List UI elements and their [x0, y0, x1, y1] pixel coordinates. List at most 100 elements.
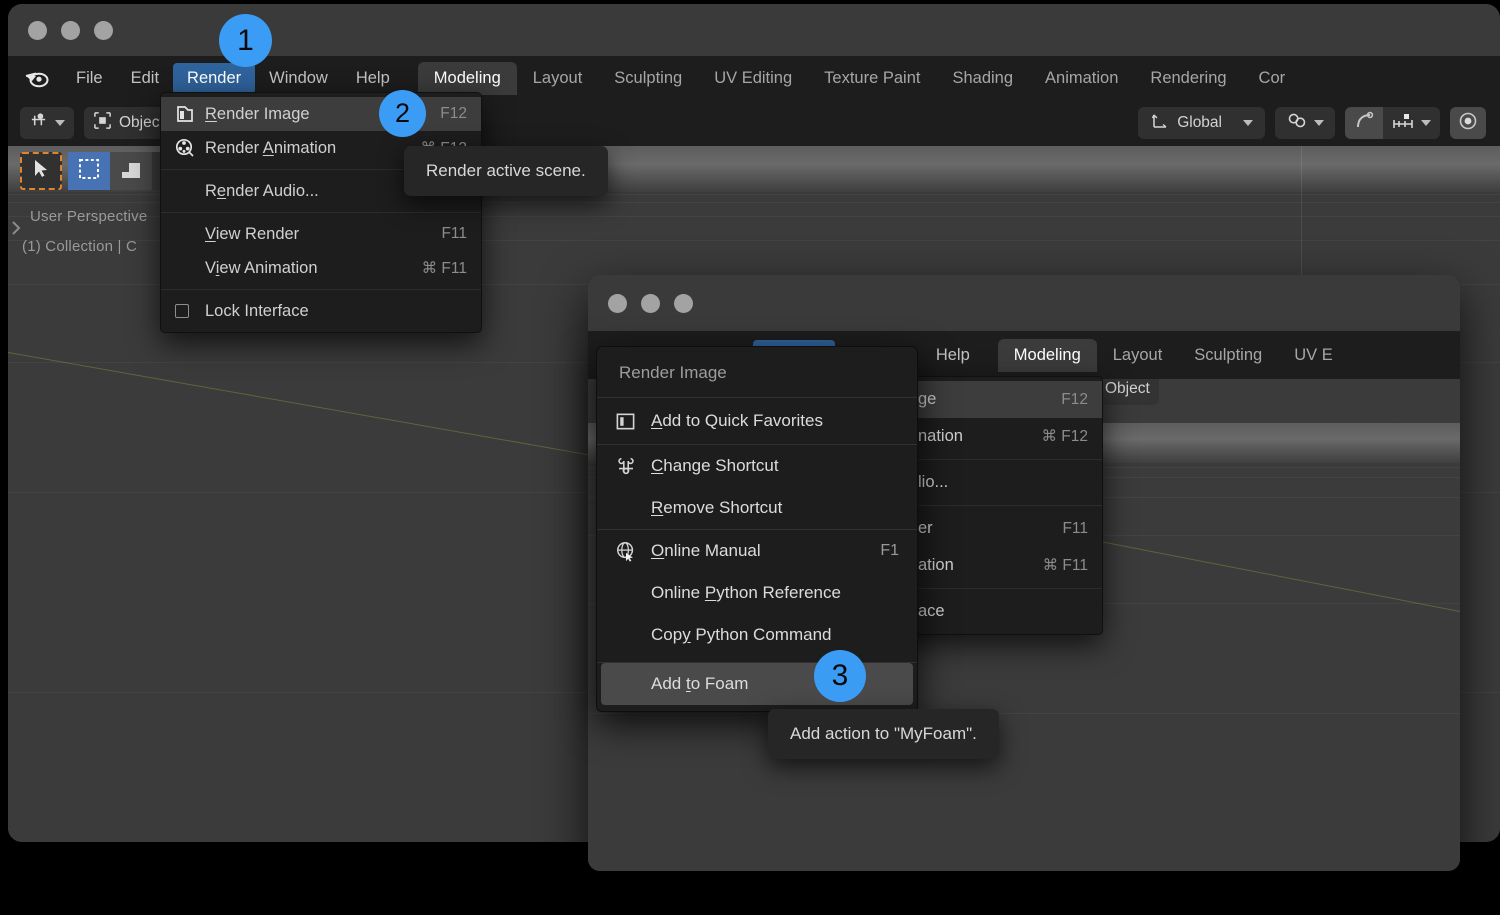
tab-texture-paint[interactable]: Texture Paint: [808, 62, 936, 95]
close-button[interactable]: [608, 293, 627, 313]
chevron-down-icon: [1421, 120, 1431, 126]
step-badge-1: 1: [219, 14, 272, 67]
chevron-down-icon: [1243, 120, 1253, 126]
editor-type-icon: [29, 111, 48, 135]
maximize-button[interactable]: [94, 20, 113, 40]
object-breadcrumb-label: Object: [1105, 380, 1150, 397]
menu-help[interactable]: Help: [342, 63, 404, 94]
context-menu-render-image[interactable]: Render Image Add to Quick Favorites Chan…: [596, 346, 918, 712]
tab-shading[interactable]: Shading: [936, 62, 1029, 95]
minimize-button[interactable]: [61, 20, 80, 40]
falloff-curve-icon: [1392, 112, 1414, 135]
context-item-online-manual[interactable]: Online Manual F1: [597, 530, 917, 572]
menu-item-view-render[interactable]: View Render F11: [161, 217, 481, 251]
tooltip-render-active-scene: Render active scene.: [404, 146, 608, 196]
context-item-label: Change Shortcut: [651, 456, 779, 475]
tool-select-circle[interactable]: [110, 152, 152, 190]
menu-item-label: Render Animation: [205, 138, 337, 157]
render-animation-icon: [175, 138, 205, 158]
object-mode-label: Object: [119, 114, 164, 131]
menu-help[interactable]: Help: [922, 340, 984, 371]
menu-item-label: View Animation: [205, 258, 318, 277]
tool-tweak[interactable]: [20, 152, 62, 190]
editor-type-selector[interactable]: [20, 107, 74, 139]
proportional-editing-toggle[interactable]: [1345, 107, 1383, 139]
keyboard-shortcut-icon: [615, 455, 651, 477]
menu-item-shortcut: ⌘ F11: [1042, 557, 1088, 574]
step-badge-3: 3: [814, 650, 866, 702]
context-item-add-to-quick-favorites[interactable]: Add to Quick Favorites: [597, 398, 917, 444]
viewport-perspective-label: User Perspective: [30, 208, 148, 225]
context-item-label: Add to Quick Favorites: [651, 411, 823, 430]
visibility-toggle[interactable]: [1450, 107, 1486, 139]
menu-render[interactable]: Render: [173, 62, 256, 94]
chevron-down-icon: [55, 120, 65, 126]
select-circle-icon: [120, 158, 142, 185]
context-item-online-python-reference[interactable]: Online Python Reference: [597, 572, 917, 614]
menu-item-shortcut: F11: [1062, 519, 1088, 537]
window-titlebar-front[interactable]: [588, 275, 1460, 331]
visibility-dot-icon: [1458, 111, 1478, 136]
select-box-icon: [78, 158, 100, 185]
context-item-change-shortcut[interactable]: Change Shortcut: [597, 445, 917, 487]
falloff-curve-selector[interactable]: [1383, 107, 1440, 139]
menu-separator: [161, 289, 481, 290]
globe-cursor-icon: [615, 540, 651, 562]
context-menu-title: Render Image: [619, 363, 727, 382]
transform-orientation-icon: [1150, 111, 1170, 136]
menu-edit[interactable]: Edit: [117, 63, 173, 94]
transform-orientation-label: Global: [1177, 114, 1222, 131]
blender-logo-icon: [22, 63, 52, 93]
tab-layout[interactable]: Layout: [1097, 339, 1179, 372]
menu-item-label: View Render: [205, 224, 300, 243]
tooltip-add-action-to-myfoam: Add action to "MyFoam".: [768, 709, 999, 759]
render-menu-back[interactable]: Render Image F12 Render Animation ⌘ F12 …: [160, 92, 482, 333]
snap-target-selector[interactable]: [1275, 107, 1335, 139]
menu-item-lock-interface[interactable]: Lock Interface: [161, 294, 481, 328]
tweak-cursor-icon: [32, 159, 50, 184]
tab-uv-editing[interactable]: UV Editing: [698, 62, 808, 95]
close-button[interactable]: [28, 20, 47, 40]
tab-modeling[interactable]: Modeling: [997, 338, 1097, 372]
minimize-button[interactable]: [641, 293, 660, 313]
tab-compositing[interactable]: Cor: [1243, 62, 1302, 95]
menu-item-shortcut: F12: [440, 105, 467, 122]
tab-rendering[interactable]: Rendering: [1134, 62, 1242, 95]
menu-separator: [161, 212, 481, 213]
proportional-editing-icon: [1354, 111, 1374, 136]
chevron-right-icon[interactable]: [10, 220, 22, 241]
menu-file[interactable]: File: [62, 63, 117, 94]
menu-item-render-image[interactable]: Render Image F12: [161, 97, 481, 131]
step-badge-2: 2: [379, 90, 426, 137]
menu-item-label: Lock Interface: [205, 301, 309, 320]
context-item-copy-python-command[interactable]: Copy Python Command: [597, 614, 917, 656]
object-breadcrumb-front[interactable]: Object: [1096, 379, 1159, 405]
maximize-button[interactable]: [674, 293, 693, 313]
context-item-label: Copy Python Command: [651, 625, 832, 644]
menu-item-shortcut: F11: [441, 225, 467, 242]
menu-item-shortcut: ⌘ F11: [421, 259, 467, 277]
context-item-label: Online Python Reference: [651, 583, 841, 602]
screenshot-stage: File Edit Render Window Help Modeling La…: [0, 0, 1500, 915]
context-item-add-to-foam[interactable]: Add to Foam: [601, 663, 913, 705]
menu-item-view-animation[interactable]: View Animation ⌘ F11: [161, 251, 481, 285]
tab-uv-editing[interactable]: UV E: [1278, 339, 1349, 372]
transform-orientation-selector[interactable]: Global: [1138, 107, 1265, 139]
context-item-label: Remove Shortcut: [651, 498, 783, 517]
menu-item-shortcut: F12: [1061, 390, 1088, 408]
menu-window[interactable]: Window: [255, 63, 342, 94]
tab-sculpting[interactable]: Sculpting: [1178, 339, 1278, 372]
quick-favorites-icon: [615, 411, 651, 432]
snap-magnet-icon: [1286, 111, 1307, 135]
context-item-label: Online Manual: [651, 541, 761, 560]
tool-select-box[interactable]: [68, 152, 110, 190]
tab-modeling[interactable]: Modeling: [417, 61, 517, 95]
menu-item-shortcut: ⌘ F12: [1041, 428, 1088, 445]
tab-animation[interactable]: Animation: [1029, 62, 1134, 95]
checkbox-icon[interactable]: [175, 304, 205, 318]
tab-sculpting[interactable]: Sculpting: [598, 62, 698, 95]
context-item-remove-shortcut[interactable]: Remove Shortcut: [597, 487, 917, 529]
object-mode-icon: [93, 111, 112, 135]
context-item-shortcut: F1: [880, 542, 899, 559]
tab-layout[interactable]: Layout: [517, 62, 599, 95]
